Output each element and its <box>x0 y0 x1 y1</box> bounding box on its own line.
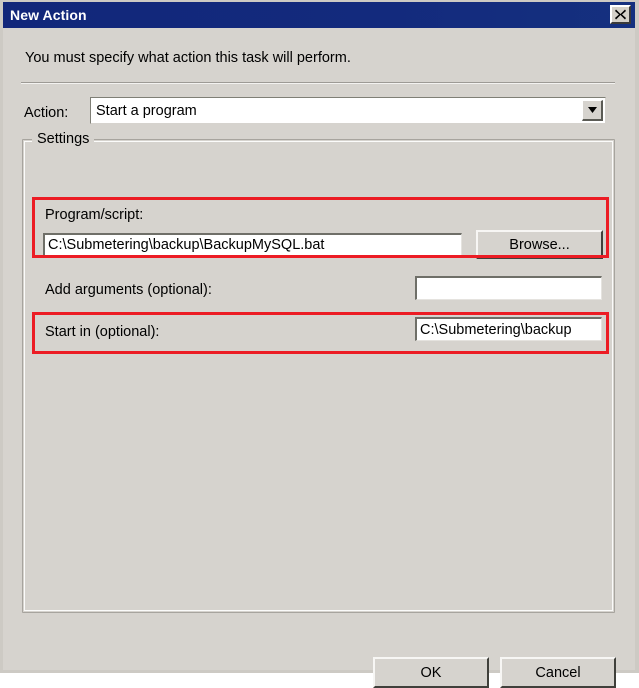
dialog-body: You must specify what action this task w… <box>3 28 635 688</box>
program-script-label: Program/script: <box>45 207 144 223</box>
add-arguments-input[interactable] <box>415 276 602 300</box>
new-action-dialog: New Action You must specify what action … <box>0 0 639 688</box>
add-arguments-label: Add arguments (optional): <box>45 282 212 298</box>
browse-button[interactable]: Browse... <box>476 230 603 259</box>
action-selected-value: Start a program <box>96 102 197 119</box>
horizontal-separator <box>21 82 615 84</box>
settings-groupbox-label: Settings <box>32 131 95 147</box>
start-in-input[interactable]: C:\Submetering\backup <box>415 317 602 341</box>
close-icon <box>614 8 627 21</box>
action-combobox[interactable]: Start a program <box>90 97 606 124</box>
close-button[interactable] <box>610 5 631 24</box>
description-text: You must specify what action this task w… <box>25 50 351 66</box>
browse-button-label: Browse... <box>509 236 570 253</box>
program-script-input[interactable]: C:\Submetering\backup\BackupMySQL.bat <box>43 233 462 256</box>
title-bar: New Action <box>3 2 635 28</box>
action-label: Action: <box>24 105 69 121</box>
window-title: New Action <box>10 7 87 23</box>
start-in-value: C:\Submetering\backup <box>420 321 572 338</box>
program-script-value: C:\Submetering\backup\BackupMySQL.bat <box>48 237 325 253</box>
chevron-down-icon[interactable] <box>582 100 603 121</box>
start-in-label: Start in (optional): <box>45 324 160 340</box>
